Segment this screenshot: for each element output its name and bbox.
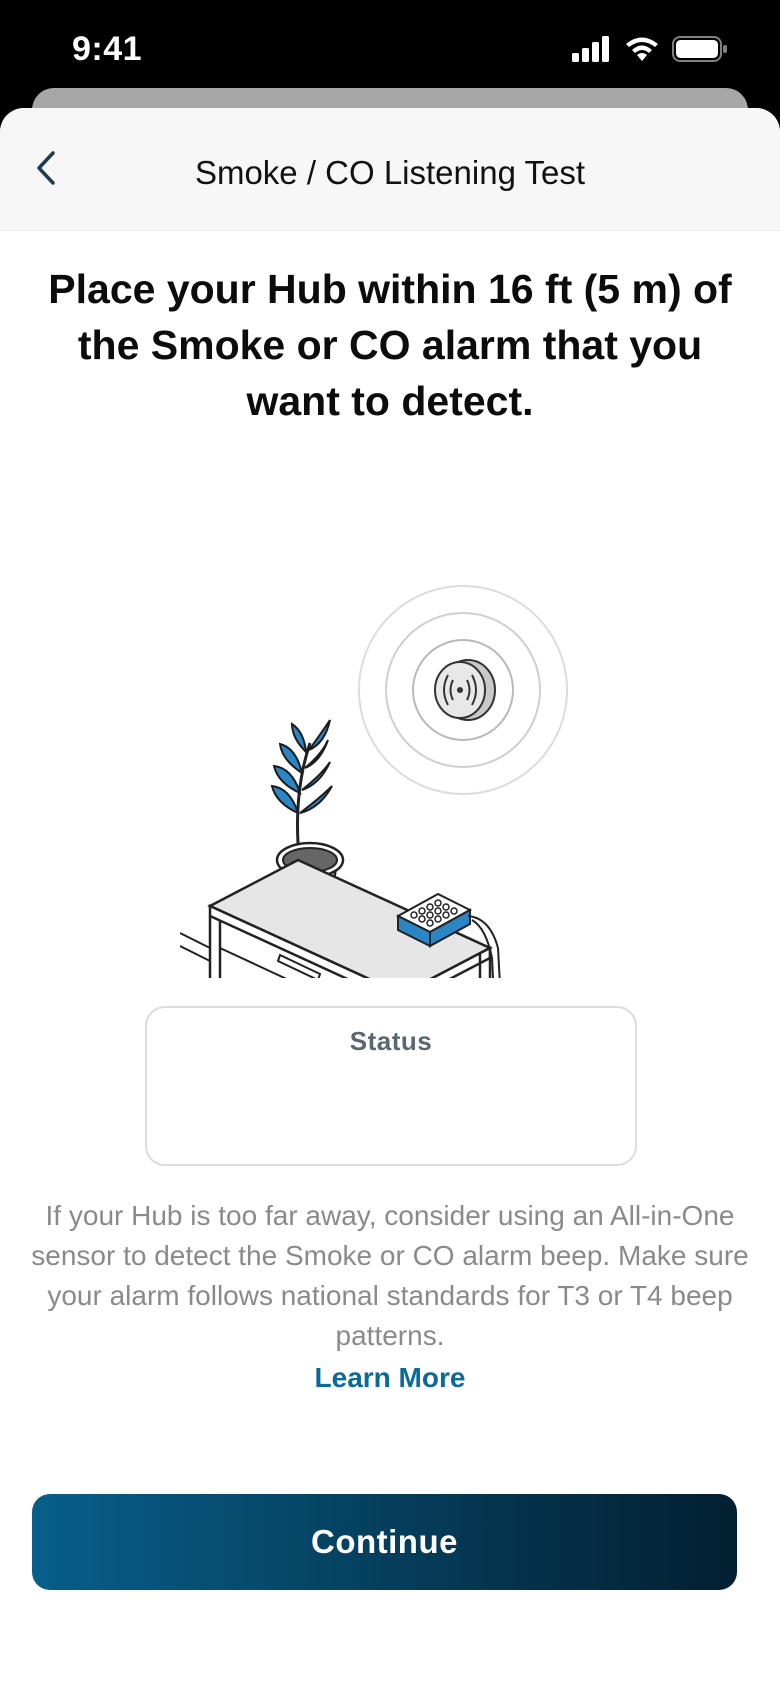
learn-more-link[interactable]: Learn More xyxy=(0,1362,780,1394)
modal-sheet: Smoke / CO Listening Test Place your Hub… xyxy=(0,108,780,1688)
status-icons xyxy=(572,36,728,62)
instruction-headline: Place your Hub within 16 ft (5 m) of the… xyxy=(48,266,732,424)
status-bar: 9:41 xyxy=(0,0,780,100)
wifi-icon xyxy=(626,37,658,61)
status-time: 9:41 xyxy=(72,30,143,68)
nav-bar: Smoke / CO Listening Test xyxy=(0,108,780,231)
page-title: Smoke / CO Listening Test xyxy=(194,154,586,191)
battery-icon xyxy=(672,36,727,62)
status-label: Status xyxy=(349,1026,433,1056)
status-box: Status xyxy=(145,1006,637,1166)
help-text: If your Hub is too far away, consider us… xyxy=(31,1200,749,1351)
continue-button[interactable]: Continue xyxy=(32,1494,737,1590)
cellular-signal-icon xyxy=(572,36,609,62)
hub-placement-illustration xyxy=(180,585,568,978)
